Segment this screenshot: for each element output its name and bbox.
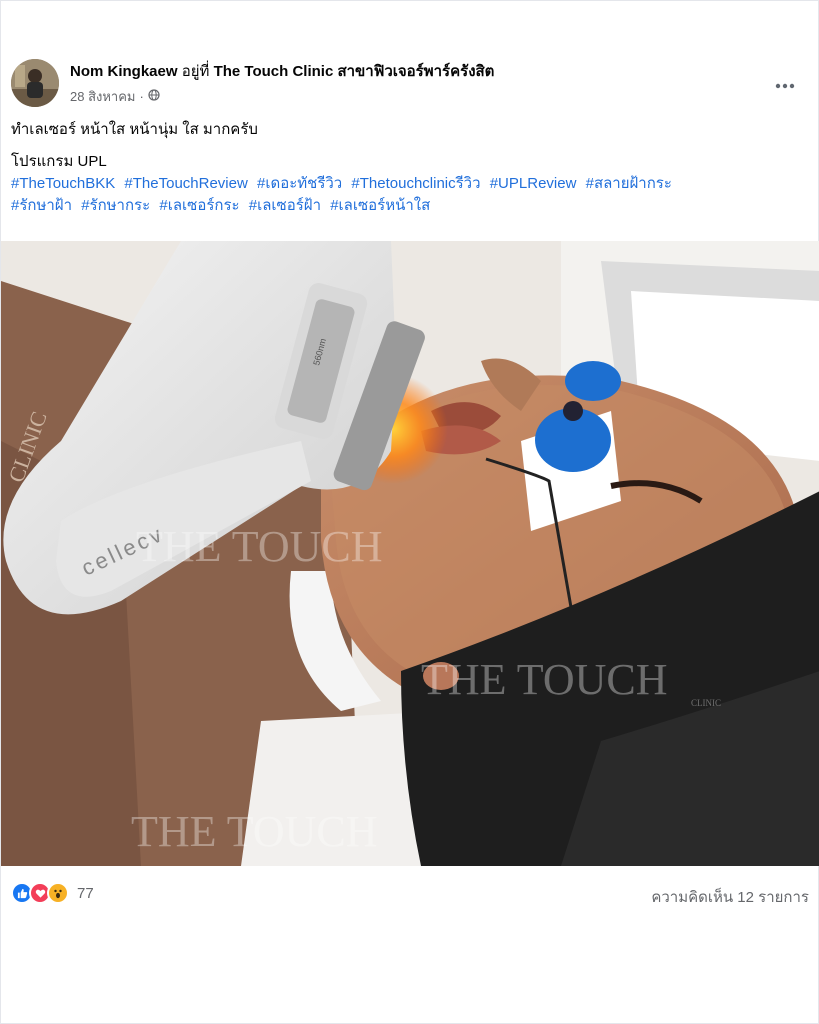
post-photo[interactable]: CLINIC 560nm cellecv THE TOUCH THE TOUCH… (1, 241, 819, 866)
reaction-summary[interactable]: 77 (11, 882, 94, 904)
watermark-sub: CLINIC (691, 698, 721, 708)
author-line: Nom Kingkaew อยู่ที่ The Touch Clinic สา… (70, 62, 494, 82)
watermark: THE TOUCH (136, 522, 383, 571)
more-options-button[interactable] (767, 67, 803, 103)
wow-icon (47, 882, 69, 904)
hashtag[interactable]: #สลายฝ้ากระ (586, 175, 672, 192)
hashtag-list: #TheTouchBKK #TheTouchReview #เดอะทัชรีว… (11, 173, 801, 217)
hashtag[interactable]: #เดอะทัชรีวิว (257, 175, 342, 192)
post-date[interactable]: 28 สิงหาคม (70, 86, 136, 107)
post-card: Nom Kingkaew อยู่ที่ The Touch Clinic สา… (0, 0, 819, 1024)
post-meta: 28 สิงหาคม · (70, 86, 160, 107)
hashtag[interactable]: #UPLReview (490, 175, 577, 192)
comment-count[interactable]: ความคิดเห็น 12 รายการ (651, 885, 809, 909)
hashtag[interactable]: #TheTouchReview (124, 175, 247, 192)
hashtag[interactable]: #เลเซอร์กระ (159, 197, 239, 214)
hashtag[interactable]: #TheTouchBKK (11, 175, 115, 192)
meta-separator: · (139, 89, 144, 104)
post-text-line1: ทำเลเซอร์ หน้าใส หน้านุ่ม ใส มากครับ (11, 121, 258, 138)
post-footer: 77 ความคิดเห็น 12 รายการ (11, 879, 809, 909)
hashtag[interactable]: #Thetouchclinicรีวิว (351, 175, 480, 192)
globe-icon (148, 89, 160, 104)
hashtag[interactable]: #เลเซอร์ฝ้า (249, 197, 321, 214)
author-name[interactable]: Nom Kingkaew (70, 63, 178, 80)
place-name[interactable]: The Touch Clinic สาขาฟิวเจอร์พาร์ครังสิต (214, 63, 495, 80)
more-horizontal-icon (775, 76, 795, 94)
treatment-photo: CLINIC 560nm cellecv THE TOUCH THE TOUCH… (1, 241, 819, 866)
post-body: ทำเลเซอร์ หน้าใส หน้านุ่ม ใส มากครับ โปร… (11, 119, 801, 217)
at-text: อยู่ที่ (181, 63, 210, 80)
hashtag[interactable]: #เลเซอร์หน้าใส (330, 197, 430, 214)
post-text-line2: โปรแกรม UPL (11, 153, 107, 170)
hashtag[interactable]: #รักษาฝ้า (11, 197, 72, 214)
author-avatar[interactable] (11, 59, 59, 107)
hashtag[interactable]: #รักษากระ (81, 197, 150, 214)
watermark: THE TOUCH (421, 655, 668, 704)
post-header: Nom Kingkaew อยู่ที่ The Touch Clinic สา… (11, 59, 811, 111)
watermark: THE TOUCH (131, 807, 378, 856)
reaction-count: 77 (77, 884, 94, 902)
